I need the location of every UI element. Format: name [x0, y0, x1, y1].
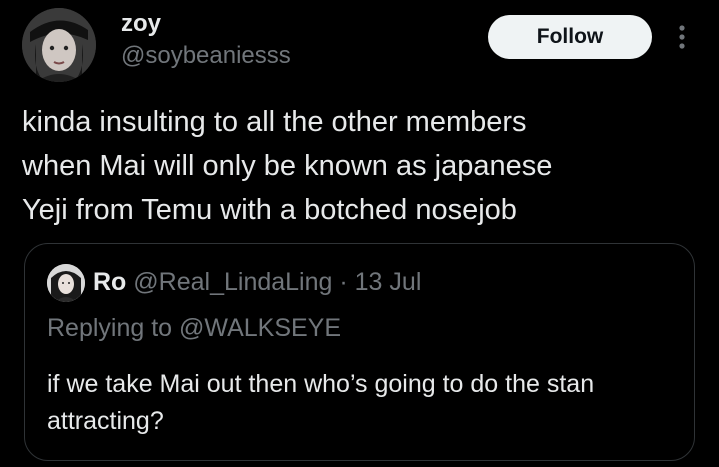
- author-display-name[interactable]: zoy: [121, 10, 161, 38]
- more-options-button[interactable]: [670, 20, 694, 54]
- author-avatar[interactable]: [22, 8, 96, 82]
- quoted-text-line: if we take Mai out then who’s going to d…: [47, 370, 595, 398]
- tweet-text: kinda insulting to all the other members…: [22, 100, 702, 232]
- quoted-tweet-timestamp[interactable]: 13 Jul: [355, 268, 422, 296]
- follow-button[interactable]: Follow: [488, 15, 652, 59]
- quoted-author-name[interactable]: Ro: [93, 268, 126, 296]
- replying-to-label: Replying to @WALKSEYE: [47, 314, 342, 342]
- quoted-text-line: attracting?: [47, 407, 164, 435]
- quoted-author-avatar[interactable]: [47, 264, 85, 302]
- quoted-tweet-card[interactable]: Ro @Real_LindaLing · 13 Jul Replying to …: [24, 243, 695, 461]
- quoted-tweet-text: if we take Mai out then who’s going to d…: [47, 366, 677, 440]
- quoted-tweet-header: Ro @Real_LindaLing · 13 Jul: [93, 265, 421, 299]
- tweet-text-line: Yeji from Temu with a botched nosejob: [22, 194, 517, 226]
- author-handle[interactable]: @soybeaniesss: [121, 42, 291, 70]
- tweet-text-line: kinda insulting to all the other members: [22, 106, 527, 138]
- more-vertical-icon: [679, 25, 685, 49]
- quoted-author-handle[interactable]: @Real_LindaLing: [133, 268, 332, 296]
- tweet-text-line: when Mai will only be known as japanese: [22, 150, 553, 182]
- header-separator: ·: [339, 268, 348, 296]
